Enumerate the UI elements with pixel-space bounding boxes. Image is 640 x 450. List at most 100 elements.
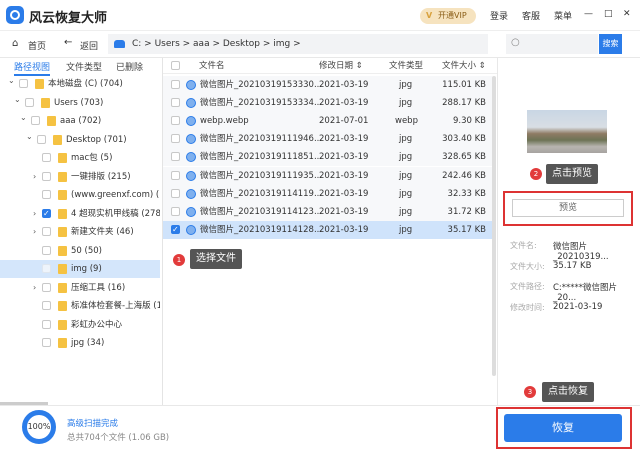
file-size: 303.40 KB — [442, 134, 486, 145]
tree-checkbox[interactable] — [42, 153, 51, 162]
tab-deleted[interactable]: 已删除 — [116, 60, 143, 73]
recover-button[interactable]: 恢复 — [504, 414, 622, 442]
tree-item[interactable]: › 一键排版 (215) — [0, 168, 160, 186]
tree-item[interactable]: ⌄ Users (703) — [0, 94, 160, 112]
file-checkbox[interactable] — [171, 98, 180, 108]
menu-button[interactable]: 菜单 — [554, 9, 572, 22]
tree-checkbox[interactable] — [42, 171, 51, 181]
vertical-scrollbar[interactable] — [492, 76, 496, 376]
chevron-down-icon[interactable]: ⌄ — [8, 75, 15, 90]
scan-summary: 总共704个文件 (1.06 GB) — [67, 433, 170, 443]
tree-item[interactable]: ⌄ 本地磁盘 (C) (704) — [0, 75, 160, 93]
login-button[interactable]: 登录 — [490, 9, 508, 22]
header-size[interactable]: 文件大小 ⇕ — [442, 58, 486, 74]
file-type: jpg — [399, 224, 413, 235]
header-date[interactable]: 修改日期 ⇕ — [319, 58, 363, 74]
file-type: jpg — [399, 152, 413, 163]
progress-ring: 100% — [22, 410, 56, 444]
tree-item[interactable]: (www.greenxf.com) (1) ( — [0, 186, 160, 204]
file-row[interactable]: 微信图片_20210319153330... 2021-03-19 jpg 115.0… — [163, 76, 492, 94]
tree-checkbox[interactable] — [25, 97, 34, 107]
header-name[interactable]: 文件名 — [199, 58, 225, 74]
tree-item[interactable]: › 新建文件夹 (46) — [0, 223, 160, 241]
file-checkbox[interactable] — [171, 116, 180, 126]
file-checkbox[interactable] — [171, 80, 180, 89]
file-row[interactable]: 微信图片_20210319111935... 2021-03-19 jpg 242.4… — [163, 166, 492, 185]
breadcrumb[interactable]: C: > Users > aaa > Desktop > img > — [108, 34, 488, 54]
tree-checkbox[interactable] — [42, 338, 51, 347]
chevron-down-icon[interactable]: ⌄ — [20, 112, 27, 127]
tree-checkbox[interactable] — [42, 301, 51, 310]
folder-icon — [58, 282, 67, 293]
file-checkbox[interactable] — [171, 170, 180, 180]
step1-badge: 1 — [173, 254, 185, 266]
file-row[interactable]: 微信图片_20210319114123... 2021-03-19 jpg 31.72… — [163, 202, 492, 221]
tree-item[interactable]: 标准体检套餐-上海版 (1) — [0, 297, 160, 315]
image-file-icon — [186, 134, 196, 145]
file-checkbox[interactable] — [171, 152, 180, 162]
select-all-checkbox[interactable] — [171, 61, 180, 70]
chevron-right-icon[interactable]: › — [33, 223, 36, 241]
minimize-button[interactable]: — — [584, 9, 593, 19]
close-button[interactable]: ✕ — [623, 9, 631, 19]
file-checkbox[interactable] — [171, 221, 180, 239]
file-row[interactable]: 微信图片_20210319114128...2021-03-19 jpg 35.17… — [163, 220, 492, 239]
file-type: jpg — [399, 134, 413, 145]
tree-checkbox[interactable] — [37, 134, 46, 144]
tree-item-label: 一键排版 (215) — [71, 171, 131, 182]
service-button[interactable]: 客服 — [522, 9, 540, 22]
tree-item[interactable]: mac包 (5) — [0, 149, 160, 167]
tree-item[interactable]: › 4 超现实机甲线稿 (278) — [0, 205, 160, 223]
tree-checkbox[interactable] — [42, 205, 51, 223]
tree-checkbox[interactable] — [42, 245, 51, 255]
home-button[interactable]: 首页 — [28, 39, 46, 52]
file-checkbox[interactable] — [171, 206, 180, 216]
file-row[interactable]: 微信图片_20210319111946... 2021-03-19 jpg 303.4… — [163, 130, 492, 149]
tree-item[interactable]: img (9) — [0, 260, 160, 278]
chevron-down-icon[interactable]: ⌄ — [26, 131, 33, 146]
tree-item-label: Desktop (701) — [66, 134, 127, 145]
tab-path-view[interactable]: 路径视图 — [14, 60, 51, 76]
tree-checkbox[interactable] — [42, 227, 51, 236]
tree-checkbox[interactable] — [42, 319, 51, 329]
search-button[interactable]: 搜索 — [599, 34, 622, 54]
tree-item[interactable]: › 压缩工具 (16) — [0, 279, 160, 297]
tree-item-label: 50 (50) — [71, 245, 102, 256]
tree-checkbox[interactable] — [19, 79, 28, 88]
preview-thumbnail — [527, 110, 607, 153]
tree-item[interactable]: jpg (34) — [0, 334, 160, 352]
folder-icon — [58, 338, 67, 348]
file-row[interactable]: 微信图片_20210319111851... 2021-03-19 jpg 328.6… — [163, 148, 492, 167]
info-value: 2021-03-19 — [553, 301, 603, 312]
tree-item[interactable]: ⌄ aaa (702) — [0, 112, 160, 130]
image-file-icon — [186, 170, 196, 181]
chevron-down-icon[interactable]: ⌄ — [14, 94, 21, 109]
tab-file-type[interactable]: 文件类型 — [66, 60, 102, 73]
file-row[interactable]: webp.webp 2021-07-01 webp 9.30 KB — [163, 112, 492, 131]
tree-item[interactable]: 50 (50) — [0, 242, 160, 260]
file-date: 2021-03-19 — [319, 80, 369, 90]
chevron-right-icon[interactable]: › — [33, 205, 36, 223]
back-button[interactable]: 返回 — [80, 39, 98, 52]
chevron-right-icon[interactable]: › — [33, 168, 36, 186]
file-row[interactable]: 微信图片_20210319153334... 2021-03-19 jpg 288.1… — [163, 94, 492, 113]
folder-icon — [53, 134, 62, 145]
maximize-button[interactable]: □ — [604, 9, 613, 19]
tree-checkbox[interactable] — [42, 190, 51, 199]
tree-item[interactable]: 彩虹办公中心 — [0, 316, 160, 334]
file-row[interactable]: 微信图片_20210319114119... 2021-03-19 jpg 32.33… — [163, 184, 492, 203]
tree-item[interactable]: ⌄ Desktop (701) — [0, 131, 160, 149]
image-file-icon — [186, 206, 196, 217]
search-input[interactable]: ○ — [506, 34, 598, 54]
file-checkbox[interactable] — [171, 188, 180, 198]
tree-checkbox[interactable] — [42, 264, 51, 273]
file-date: 2021-07-01 — [319, 116, 369, 127]
file-size: 328.65 KB — [442, 152, 486, 163]
tree-checkbox[interactable] — [42, 282, 51, 292]
tree-checkbox[interactable] — [31, 116, 40, 125]
chevron-right-icon[interactable]: › — [33, 279, 36, 297]
preview-button[interactable]: 预览 — [512, 199, 624, 217]
file-checkbox[interactable] — [171, 134, 180, 144]
header-type[interactable]: 文件类型 — [389, 58, 423, 74]
vip-button[interactable]: 开通VIP — [420, 8, 476, 24]
